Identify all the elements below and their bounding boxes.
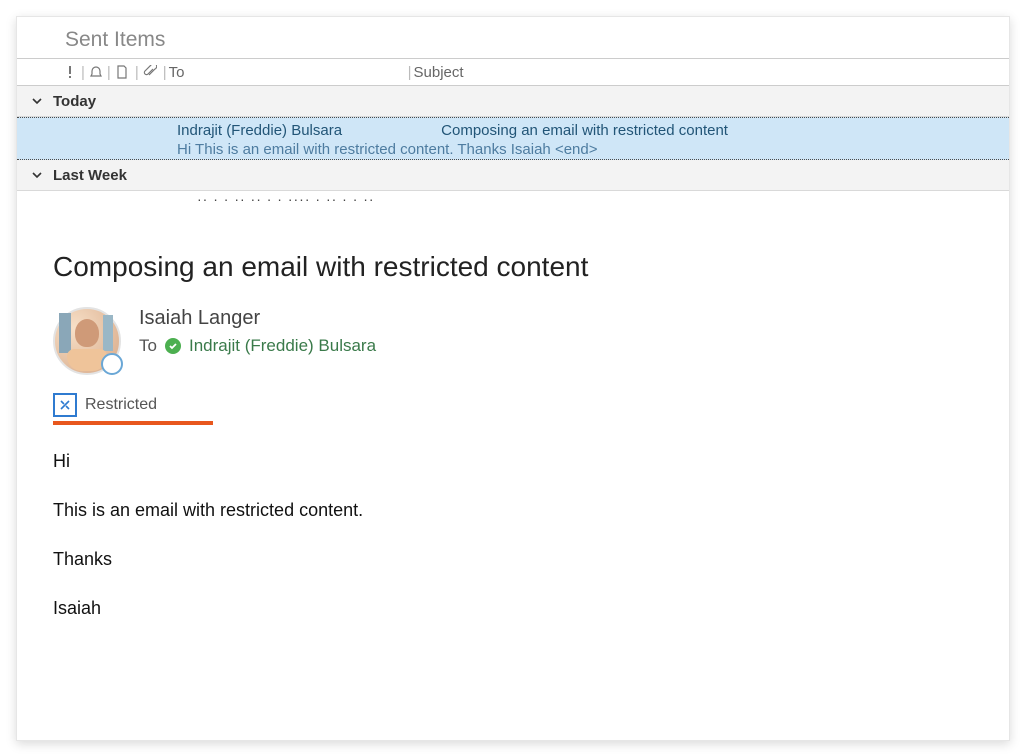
body-line: Hi	[53, 451, 973, 472]
annotation-underline	[53, 421, 213, 425]
column-header-row: | | | | To | Subject	[17, 58, 1009, 86]
column-subject[interactable]: Subject	[414, 64, 464, 81]
body-line: Thanks	[53, 549, 973, 570]
row-subject: Composing an email with restricted conte…	[441, 122, 728, 139]
body-line: This is an email with restricted content…	[53, 500, 973, 521]
attachment-icon[interactable]	[141, 65, 159, 79]
sender-name: Isaiah Langer	[139, 307, 376, 330]
truncated-row: ·· · · ·· ·· · · ···· · ·· · · ··	[17, 191, 1009, 207]
chevron-down-icon	[31, 95, 43, 107]
reminder-icon[interactable]	[87, 65, 105, 79]
row-to: Indrajit (Freddie) Bulsara	[177, 121, 437, 140]
column-to[interactable]: To	[169, 64, 406, 81]
message-subject: Composing an email with restricted conte…	[53, 251, 973, 283]
sender-avatar[interactable]	[53, 307, 121, 375]
outlook-window: Sent Items | | | | To | Subject Today In…	[16, 16, 1010, 741]
row-preview: Hi This is an email with restricted cont…	[17, 140, 1009, 159]
message-row-selected[interactable]: Indrajit (Freddie) Bulsara Composing an …	[17, 117, 1009, 160]
message-header: Isaiah Langer To Indrajit (Freddie) Buls…	[53, 307, 973, 375]
importance-icon[interactable]	[61, 65, 79, 79]
body-line: Isaiah	[53, 598, 973, 619]
message-body: Hi This is an email with restricted cont…	[53, 451, 973, 619]
group-last-week[interactable]: Last Week	[17, 160, 1009, 191]
icon-column-icon[interactable]	[113, 65, 131, 79]
restricted-icon	[53, 393, 77, 417]
sensitivity-label[interactable]: Restricted	[53, 393, 973, 417]
group-lastweek-label: Last Week	[53, 167, 127, 184]
chevron-down-icon	[31, 169, 43, 181]
group-today[interactable]: Today	[17, 86, 1009, 117]
reading-pane: Composing an email with restricted conte…	[17, 207, 1009, 619]
presence-available-icon	[165, 338, 181, 354]
to-label: To	[139, 336, 157, 356]
recipient-name[interactable]: Indrajit (Freddie) Bulsara	[189, 336, 376, 356]
group-today-label: Today	[53, 93, 96, 110]
folder-title: Sent Items	[17, 17, 1009, 58]
sensitivity-label-text: Restricted	[85, 396, 157, 414]
